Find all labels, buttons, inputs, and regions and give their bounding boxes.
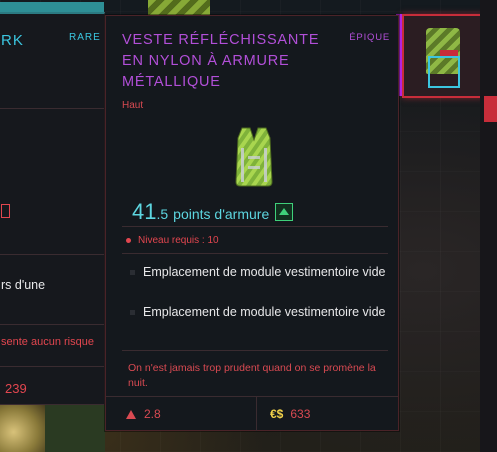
tooltip-footer: 2.8 €$ 633 <box>106 396 398 431</box>
comparison-price: 239 <box>5 381 27 396</box>
mod-slot: Emplacement de module vestimentoire vide <box>130 304 388 321</box>
side-panel-marker <box>484 96 497 122</box>
weight-icon <box>126 409 136 419</box>
divider <box>122 350 388 351</box>
mod-slot: Emplacement de module vestimentoire vide <box>130 264 388 281</box>
divider <box>122 226 388 227</box>
character-preview-shade <box>45 402 105 452</box>
armor-label: points d'armure <box>173 206 270 222</box>
side-panel-strip <box>480 0 497 452</box>
item-weight: 2.8 <box>126 407 161 421</box>
equipped-slot-outerwear[interactable] <box>396 14 484 98</box>
comparison-mod-text: rs d'une <box>1 278 46 292</box>
item-price: €$ 633 <box>270 407 310 421</box>
divider <box>122 253 388 254</box>
armor-value-integer: 41 <box>132 199 157 224</box>
comparison-header-bar <box>0 2 104 12</box>
flavor-text: On n'est jamais trop prudent quand on se… <box>128 362 376 389</box>
weight-value: 2.8 <box>144 407 161 421</box>
vest-item-image <box>235 127 273 187</box>
arrow-up-icon <box>275 203 294 221</box>
eurodollar-icon: €$ <box>270 407 284 421</box>
item-name: VESTE RÉFLÉCHISSANTE EN NYLON À ARMURE M… <box>122 32 320 90</box>
mod-slot-text: Emplacement de module vestimentoire vide <box>143 265 386 279</box>
armor-stat: 41 .5 points d'armure <box>132 199 294 225</box>
empty-slot-icon <box>130 270 135 275</box>
item-rarity: ÉPIQUE <box>349 32 390 43</box>
level-requirement: Niveau requis : 10 <box>126 235 219 246</box>
comparison-item-name: RK <box>1 32 24 49</box>
armor-value-decimal: .5 <box>156 206 169 222</box>
divider <box>0 366 104 367</box>
comparison-warning-text: sente aucun risque <box>1 336 94 348</box>
price-value: 633 <box>290 407 311 421</box>
selection-frame <box>428 56 460 88</box>
divider <box>0 254 104 255</box>
divider <box>0 324 104 325</box>
mod-slot-text: Emplacement de module vestimentoire vide <box>143 305 386 319</box>
comparison-tooltip: RK RARE rs d'une sente aucun risque 239 <box>0 2 105 405</box>
empty-slot-icon <box>130 310 135 315</box>
comparison-stat-icon <box>1 204 10 218</box>
divider <box>0 108 104 109</box>
character-preview <box>0 402 45 452</box>
level-requirement-text: Niveau requis : 10 <box>138 235 219 246</box>
comparison-rarity: RARE <box>69 32 101 43</box>
dot-icon <box>126 238 131 243</box>
item-tooltip: VESTE RÉFLÉCHISSANTE EN NYLON À ARMURE M… <box>105 15 399 431</box>
item-type: Haut <box>122 100 144 111</box>
footer-divider <box>256 397 257 431</box>
